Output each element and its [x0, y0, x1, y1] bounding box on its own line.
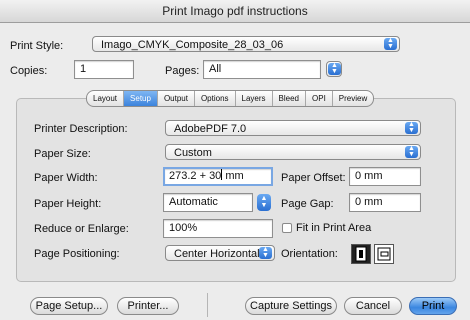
paper-width-field[interactable]: 273.2 + 30 mm: [163, 167, 273, 186]
capture-settings-button[interactable]: Capture Settings: [245, 297, 337, 315]
paper-size-label: Paper Size:: [34, 148, 91, 160]
pages-field[interactable]: All: [203, 60, 321, 79]
paper-width-value: 273.2 + 30: [169, 170, 222, 182]
paper-height-popup-arrows-icon[interactable]: ▲ ▼: [257, 194, 271, 211]
tab-layers[interactable]: Layers: [236, 91, 273, 106]
paper-size-value: Custom: [174, 147, 212, 159]
fit-in-print-area-label: Fit in Print Area: [296, 222, 372, 234]
tab-layout[interactable]: Layout: [87, 91, 125, 106]
popup-arrows-icon: ▲ ▼: [405, 121, 418, 134]
popup-arrows-icon: ▲ ▼: [328, 62, 341, 75]
print-button[interactable]: Print: [409, 297, 457, 315]
tab-setup[interactable]: Setup: [124, 91, 158, 106]
paper-height-field[interactable]: Automatic: [163, 193, 253, 212]
page-positioning-label: Page Positioning:: [34, 248, 120, 260]
print-style-label: Print Style:: [10, 40, 64, 52]
cancel-button[interactable]: Cancel: [344, 297, 402, 315]
print-style-value: Imago_CMYK_Composite_28_03_06: [101, 39, 284, 51]
paper-size-popup[interactable]: Custom ▲ ▼: [165, 144, 421, 160]
tab-bar: Layout Setup Output Options Layers Bleed…: [86, 90, 375, 107]
portrait-page-icon: [355, 246, 367, 262]
paper-offset-label: Paper Offset:: [281, 172, 346, 184]
paper-width-unit: mm: [222, 170, 244, 182]
portrait-orientation-icon[interactable]: [351, 244, 371, 264]
window-title: Print Imago pdf instructions: [0, 0, 470, 23]
paper-width-label: Paper Width:: [34, 172, 98, 184]
page-setup-button[interactable]: Page Setup...: [30, 297, 108, 315]
print-style-popup[interactable]: Imago_CMYK_Composite_28_03_06 ▲ ▼: [92, 36, 400, 52]
reduce-enlarge-label: Reduce or Enlarge:: [34, 223, 129, 235]
tab-output[interactable]: Output: [158, 91, 195, 106]
paper-offset-field[interactable]: 0 mm: [349, 167, 421, 186]
popup-arrows-icon: ▲ ▼: [405, 145, 418, 158]
popup-arrows-icon: ▲ ▼: [259, 246, 272, 259]
landscape-page-icon: [377, 247, 391, 261]
page-gap-label: Page Gap:: [281, 198, 334, 210]
button-divider: [207, 293, 208, 317]
reduce-enlarge-field[interactable]: 100%: [163, 219, 273, 238]
tab-opi[interactable]: OPI: [306, 91, 333, 106]
copies-label: Copies:: [10, 65, 48, 77]
popup-arrows-icon: ▲ ▼: [384, 37, 397, 50]
orientation-label: Orientation:: [281, 248, 338, 260]
paper-height-label: Paper Height:: [34, 198, 102, 210]
landscape-orientation-icon[interactable]: [374, 244, 394, 264]
tab-bleed[interactable]: Bleed: [273, 91, 307, 106]
printer-button[interactable]: Printer...: [117, 297, 179, 315]
pages-label: Pages:: [165, 65, 200, 77]
copies-field[interactable]: 1: [74, 60, 134, 79]
print-dialog: Print Imago pdf instructions Print Style…: [0, 0, 470, 320]
tab-options[interactable]: Options: [195, 91, 236, 106]
printer-description-popup[interactable]: AdobePDF 7.0 ▲ ▼: [165, 120, 421, 136]
fit-in-print-area-checkbox[interactable]: [282, 223, 292, 233]
page-positioning-popup[interactable]: Center Horizontal ▲ ▼: [165, 245, 275, 261]
pages-popup[interactable]: ▲ ▼: [326, 61, 342, 77]
printer-description-label: Printer Description:: [34, 123, 128, 135]
page-gap-field[interactable]: 0 mm: [349, 193, 421, 212]
page-positioning-value: Center Horizontal: [174, 248, 260, 260]
tab-preview[interactable]: Preview: [333, 91, 373, 106]
printer-description-value: AdobePDF 7.0: [174, 123, 247, 135]
